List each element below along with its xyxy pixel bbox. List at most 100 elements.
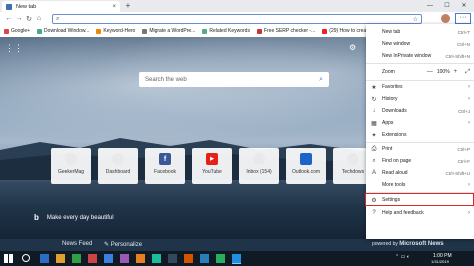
menu-item-favorites[interactable]: ★ Favorites › bbox=[366, 82, 474, 92]
menu-item-print[interactable]: ⎙ Print Ctrl+P bbox=[366, 144, 474, 154]
favorite-icon bbox=[37, 28, 43, 34]
app-launcher-icon[interactable]: ⋮⋮ bbox=[5, 44, 23, 53]
quick-link-tile[interactable]: Inbox (154) bbox=[239, 148, 279, 184]
clock-date[interactable]: 1/31/2019 bbox=[431, 259, 449, 264]
taskbar-edge-icon[interactable] bbox=[232, 254, 241, 264]
page-settings-gear-icon[interactable]: ⚙ bbox=[349, 43, 356, 52]
favorite-icon bbox=[142, 28, 148, 34]
bing-logo-icon: b bbox=[34, 213, 39, 222]
taskbar-search-icon[interactable] bbox=[22, 254, 30, 262]
address-bar[interactable]: ⌕ ☆ bbox=[52, 14, 422, 24]
read-aloud-icon: A bbox=[371, 170, 376, 176]
taskbar-app-icon[interactable] bbox=[184, 254, 193, 263]
taskbar-app-icon[interactable] bbox=[200, 254, 209, 263]
site-icon bbox=[65, 153, 77, 165]
taskbar-app-icon[interactable] bbox=[88, 254, 97, 263]
menu-item-downloads[interactable]: ↓ Downloads Ctrl+J bbox=[366, 106, 474, 116]
extensions-icon: ✦ bbox=[371, 132, 377, 139]
bing-caption-text: Make every day beautiful bbox=[46, 214, 114, 221]
news-feed-bar: News Feed ✎ Personalize powered by Micro… bbox=[0, 239, 474, 251]
menu-separator bbox=[366, 63, 474, 64]
menu-item-find-on-page[interactable]: ⌕ Find on page Ctrl+F bbox=[366, 156, 474, 166]
favorite-item[interactable]: Free SERP checker -... bbox=[256, 27, 318, 36]
favorite-icon bbox=[4, 28, 9, 34]
menu-item-new-window[interactable]: New window Ctrl+N bbox=[366, 39, 474, 49]
close-window-button[interactable]: ✕ bbox=[456, 0, 472, 12]
back-icon[interactable]: ← bbox=[4, 15, 14, 22]
tab-new-tab[interactable]: New tab × bbox=[2, 1, 120, 12]
refresh-icon[interactable]: ↻ bbox=[24, 15, 34, 23]
new-tab-button[interactable]: + bbox=[123, 1, 133, 11]
menu-item-apps[interactable]: ▦ Apps › bbox=[366, 118, 474, 128]
taskbar-app-icon[interactable] bbox=[40, 254, 49, 263]
facebook-icon: f bbox=[159, 153, 171, 165]
favorite-item[interactable]: Keyword-Hero bbox=[96, 27, 138, 36]
taskbar-app-icon[interactable] bbox=[152, 254, 161, 263]
zoom-in-button[interactable]: + bbox=[454, 69, 458, 75]
quick-link-tile[interactable]: Dashboard bbox=[98, 148, 138, 184]
quick-link-tile[interactable]: Outlook.com bbox=[286, 148, 326, 184]
chevron-right-icon: › bbox=[468, 84, 470, 90]
taskbar-app-icon[interactable] bbox=[216, 254, 225, 263]
quick-link-tile[interactable]: f Facebook bbox=[145, 148, 185, 184]
menu-item-history[interactable]: ↻ History › bbox=[366, 94, 474, 104]
menu-item-new-inprivate-window[interactable]: New InPrivate window Ctrl+Shift+N bbox=[366, 51, 474, 61]
menu-separator bbox=[366, 142, 474, 143]
youtube-icon: ▶ bbox=[206, 153, 218, 165]
favorite-item[interactable]: Google+ bbox=[4, 27, 33, 36]
taskbar-app-icon[interactable] bbox=[168, 254, 177, 263]
menu-item-extensions[interactable]: ✦ Extensions bbox=[366, 130, 474, 140]
taskbar-app-icon[interactable] bbox=[136, 254, 145, 263]
fullscreen-icon[interactable]: ⤢ bbox=[465, 69, 470, 76]
menu-item-read-aloud[interactable]: A Read aloud Ctrl+Shift+U bbox=[366, 168, 474, 178]
site-icon bbox=[347, 153, 359, 165]
print-icon: ⎙ bbox=[371, 145, 377, 152]
zoom-label: Zoom bbox=[382, 69, 395, 75]
history-icon: ↻ bbox=[371, 96, 377, 103]
news-feed-link[interactable]: News Feed bbox=[62, 241, 92, 247]
zoom-out-button[interactable]: — bbox=[427, 69, 433, 75]
settings-and-more-menu: New tab Ctrl+T New window Ctrl+N New InPri… bbox=[366, 24, 474, 239]
find-icon: ⌕ bbox=[372, 157, 376, 164]
favorite-icon bbox=[322, 28, 328, 34]
forward-icon[interactable]: → bbox=[14, 15, 24, 22]
web-search-box[interactable]: Search the web ⌕ bbox=[139, 72, 329, 87]
search-placeholder: Search the web bbox=[145, 76, 187, 83]
favorite-item[interactable]: Download Window... bbox=[37, 27, 92, 36]
bing-daily-image-caption[interactable]: b Make every day beautiful bbox=[34, 213, 114, 222]
settings-and-more-button[interactable]: ··· bbox=[455, 13, 471, 24]
taskbar-app-icon[interactable] bbox=[120, 254, 129, 263]
search-icon[interactable]: ⌕ bbox=[319, 76, 323, 84]
maximize-button[interactable]: ☐ bbox=[439, 0, 455, 12]
search-icon: ⌕ bbox=[56, 15, 60, 22]
windows-start-icon[interactable] bbox=[4, 254, 13, 263]
menu-item-help-and-feedback[interactable]: ? Help and feedback › bbox=[366, 208, 474, 218]
favorite-item[interactable]: Migrate a WordPre... bbox=[142, 27, 198, 36]
chevron-right-icon: › bbox=[468, 96, 470, 102]
tab-title: New tab bbox=[16, 3, 37, 10]
menu-separator bbox=[366, 80, 474, 81]
taskbar-app-icon[interactable] bbox=[72, 254, 81, 263]
site-icon bbox=[253, 153, 265, 165]
quick-link-tile[interactable]: GeekerMag bbox=[51, 148, 91, 184]
powered-by-text: powered by Microsoft News bbox=[372, 241, 444, 247]
help-icon: ? bbox=[372, 210, 376, 216]
favorite-star-icon[interactable]: ☆ bbox=[413, 16, 418, 23]
tray-icons[interactable]: ⌃ ▭ ◐ bbox=[395, 254, 410, 260]
quick-link-tile[interactable]: ▶ YouTube bbox=[192, 148, 232, 184]
quick-links: GeekerMag Dashboard f Facebook ▶ YouTube I… bbox=[51, 148, 380, 184]
home-icon[interactable]: ⌂ bbox=[34, 15, 44, 22]
taskbar-app-icon[interactable] bbox=[56, 254, 65, 263]
star-icon: ★ bbox=[371, 84, 377, 91]
chevron-right-icon: › bbox=[468, 182, 470, 188]
taskbar-app-icon[interactable] bbox=[104, 254, 113, 263]
microsoft-news-brand: Microsoft News bbox=[399, 241, 444, 247]
tab-close-icon[interactable]: × bbox=[112, 4, 116, 10]
menu-item-more-tools[interactable]: More tools › bbox=[366, 180, 474, 190]
menu-item-new-tab[interactable]: New tab Ctrl+T bbox=[366, 27, 474, 37]
title-bar: New tab × + — ☐ ✕ bbox=[0, 0, 474, 12]
minimize-button[interactable]: — bbox=[422, 0, 438, 12]
favorite-item[interactable]: Related Keywords bbox=[202, 27, 253, 36]
avatar[interactable] bbox=[441, 14, 450, 23]
personalize-link[interactable]: ✎ Personalize bbox=[104, 241, 142, 248]
